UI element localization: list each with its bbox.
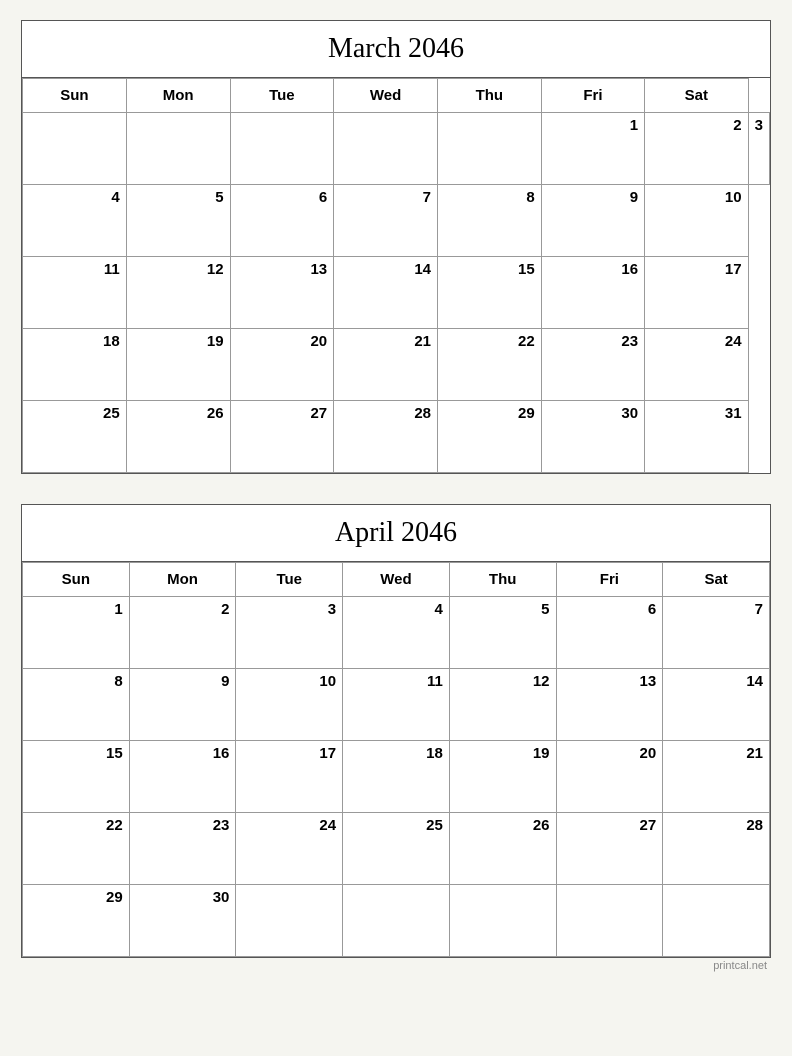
april-header-tue: Tue: [236, 563, 343, 597]
table-row: [236, 885, 343, 957]
table-row: 26: [449, 813, 556, 885]
table-row: 30: [129, 885, 236, 957]
table-row: [23, 113, 127, 185]
table-row: 27: [230, 401, 334, 473]
table-row: 19: [449, 741, 556, 813]
table-row: 2: [645, 113, 749, 185]
table-row: 25: [343, 813, 450, 885]
watermark: printcal.net: [21, 960, 771, 972]
march-header-sat: Sat: [645, 79, 749, 113]
april-title: April 2046: [22, 505, 770, 562]
april-header-mon: Mon: [129, 563, 236, 597]
table-row: 24: [645, 329, 749, 401]
table-row: 3: [236, 597, 343, 669]
table-row: 6: [230, 185, 334, 257]
table-row: 10: [645, 185, 749, 257]
table-row: 4: [343, 597, 450, 669]
table-row: 16: [129, 741, 236, 813]
april-calendar: April 2046 Sun Mon Tue Wed Thu Fri Sat 1…: [21, 504, 771, 958]
april-header-thu: Thu: [449, 563, 556, 597]
march-header-thu: Thu: [438, 79, 542, 113]
april-header-fri: Fri: [556, 563, 663, 597]
march-header-fri: Fri: [541, 79, 644, 113]
table-row: 27: [556, 813, 663, 885]
table-row: 28: [663, 813, 770, 885]
table-row: 1: [541, 113, 644, 185]
march-header-mon: Mon: [126, 79, 230, 113]
march-header-sun: Sun: [23, 79, 127, 113]
table-row: 12: [449, 669, 556, 741]
table-row: 6: [556, 597, 663, 669]
table-row: [438, 113, 542, 185]
april-header-wed: Wed: [343, 563, 450, 597]
table-row: 23: [129, 813, 236, 885]
table-row: [230, 113, 334, 185]
table-row: 14: [334, 257, 438, 329]
march-calendar: March 2046 Sun Mon Tue Wed Thu Fri Sat 1…: [21, 20, 771, 474]
table-row: 7: [663, 597, 770, 669]
table-row: 31: [645, 401, 749, 473]
table-row: 20: [556, 741, 663, 813]
table-row: 11: [23, 257, 127, 329]
table-row: 19: [126, 329, 230, 401]
table-row: 2: [129, 597, 236, 669]
table-row: 13: [556, 669, 663, 741]
table-row: [556, 885, 663, 957]
table-row: 20: [230, 329, 334, 401]
table-row: 9: [129, 669, 236, 741]
table-row: 16: [541, 257, 644, 329]
table-row: 7: [334, 185, 438, 257]
table-row: 29: [23, 885, 130, 957]
table-row: 3: [748, 113, 769, 185]
table-row: 15: [23, 741, 130, 813]
march-title: March 2046: [22, 21, 770, 78]
table-row: 29: [438, 401, 542, 473]
table-row: [663, 885, 770, 957]
table-row: 5: [126, 185, 230, 257]
table-row: 22: [23, 813, 130, 885]
table-row: 4: [23, 185, 127, 257]
table-row: 25: [23, 401, 127, 473]
table-row: 5: [449, 597, 556, 669]
table-row: [449, 885, 556, 957]
table-row: 18: [23, 329, 127, 401]
table-row: [126, 113, 230, 185]
table-row: 1: [23, 597, 130, 669]
table-row: 9: [541, 185, 644, 257]
table-row: 28: [334, 401, 438, 473]
table-row: 15: [438, 257, 542, 329]
table-row: 30: [541, 401, 644, 473]
table-row: 24: [236, 813, 343, 885]
march-header-wed: Wed: [334, 79, 438, 113]
table-row: 14: [663, 669, 770, 741]
table-row: 8: [438, 185, 542, 257]
table-row: [334, 113, 438, 185]
table-row: 8: [23, 669, 130, 741]
table-row: 21: [663, 741, 770, 813]
table-row: 26: [126, 401, 230, 473]
march-header-tue: Tue: [230, 79, 334, 113]
table-row: 17: [236, 741, 343, 813]
table-row: 21: [334, 329, 438, 401]
table-row: 23: [541, 329, 644, 401]
table-row: 10: [236, 669, 343, 741]
april-header-sun: Sun: [23, 563, 130, 597]
table-row: 11: [343, 669, 450, 741]
table-row: 18: [343, 741, 450, 813]
april-header-sat: Sat: [663, 563, 770, 597]
table-row: 17: [645, 257, 749, 329]
table-row: 13: [230, 257, 334, 329]
table-row: 12: [126, 257, 230, 329]
table-row: [343, 885, 450, 957]
table-row: 22: [438, 329, 542, 401]
